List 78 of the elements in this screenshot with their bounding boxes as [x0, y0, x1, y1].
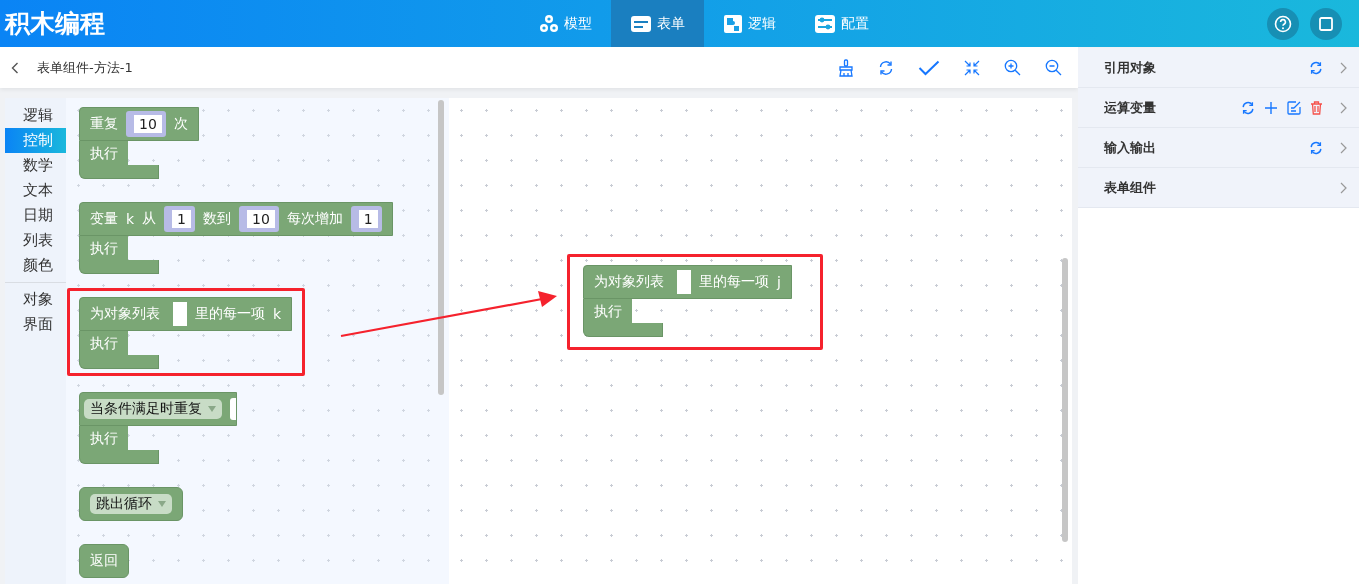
- category-item[interactable]: 逻辑: [5, 103, 66, 128]
- block-label: 执行: [79, 236, 128, 260]
- panel-title: 运算变量: [1104, 98, 1156, 117]
- category-item[interactable]: 对象: [5, 287, 66, 312]
- panel-title: 引用对象: [1104, 58, 1156, 77]
- block-header[interactable]: 跳出循环: [79, 487, 183, 521]
- nav-tab[interactable]: 表单: [611, 0, 704, 47]
- block-text: 为对象列表: [90, 305, 160, 323]
- sliders-icon: [814, 13, 836, 34]
- block-text: 返回: [90, 552, 118, 570]
- block-label: 执行: [79, 331, 128, 355]
- chevron-right-icon[interactable]: [1340, 141, 1347, 154]
- category-item[interactable]: 数学: [5, 153, 66, 178]
- breadcrumb: 表单组件-方法-1: [37, 58, 133, 77]
- block-text: 数到: [203, 210, 232, 228]
- refresh-icon[interactable]: [1241, 100, 1255, 115]
- add-icon[interactable]: [1264, 100, 1278, 115]
- edit-icon[interactable]: [1287, 100, 1301, 115]
- block-text: 里的每一项: [195, 305, 265, 323]
- block-header[interactable]: 当条件满足时重复: [79, 392, 237, 426]
- block-text: k: [273, 306, 282, 322]
- block-label: 执行: [79, 426, 128, 450]
- chevron-right-icon[interactable]: [1340, 181, 1347, 194]
- zoom-out-icon[interactable]: [1045, 59, 1062, 76]
- block-text: 次: [173, 115, 188, 133]
- panel-title: 表单组件: [1104, 178, 1156, 197]
- help-icon: [1274, 14, 1292, 33]
- chevron-right-icon[interactable]: [1340, 61, 1347, 74]
- block-text: 每次增加: [286, 210, 343, 228]
- panel-header[interactable]: 输入输出: [1078, 128, 1359, 168]
- block-text: 重复: [90, 115, 118, 133]
- panel-header[interactable]: 表单组件: [1078, 168, 1359, 208]
- dropdown[interactable]: 跳出循环: [90, 494, 172, 514]
- caret-icon: [158, 501, 166, 507]
- block-label: 执行: [583, 299, 632, 323]
- block-text: 为对象列表: [594, 273, 664, 291]
- category-item[interactable]: 颜色: [5, 253, 66, 278]
- block-text: 从: [142, 210, 157, 228]
- puzzle-icon: [723, 13, 743, 34]
- input-slot: [230, 398, 236, 420]
- block-text: k: [126, 211, 135, 227]
- refresh-icon[interactable]: [1309, 60, 1323, 75]
- dropdown[interactable]: 当条件满足时重复: [84, 399, 222, 419]
- category-item[interactable]: 界面: [5, 312, 66, 337]
- back-icon[interactable]: [11, 61, 19, 74]
- chevron-right-icon[interactable]: [1340, 101, 1347, 114]
- app-title: 积木编程: [3, 8, 106, 40]
- number-field[interactable]: 1: [164, 206, 196, 232]
- block-header[interactable]: 重复 10 次: [79, 107, 199, 141]
- help-button[interactable]: [1267, 7, 1299, 40]
- category-item[interactable]: 列表: [5, 228, 66, 253]
- panel-header[interactable]: 运算变量: [1078, 88, 1359, 128]
- block-header[interactable]: 变量 k 从 1 数到 10 每次增加 1: [79, 202, 393, 236]
- scrollbar[interactable]: [1062, 258, 1068, 542]
- form-icon: [630, 14, 652, 33]
- category-item[interactable]: 日期: [5, 203, 66, 228]
- number-field[interactable]: 10: [239, 206, 279, 232]
- block-text: 变量: [90, 210, 118, 228]
- check-icon[interactable]: [918, 59, 940, 76]
- brush-icon[interactable]: [838, 58, 854, 77]
- caret-icon: [208, 406, 216, 412]
- category-item[interactable]: 文本: [5, 178, 66, 203]
- number-field[interactable]: 1: [350, 206, 382, 232]
- block-text: j: [777, 274, 781, 290]
- scrollbar[interactable]: [438, 100, 444, 395]
- cubes-icon: [539, 13, 559, 34]
- collapse-icon[interactable]: [964, 59, 980, 76]
- panel-header[interactable]: 引用对象: [1078, 48, 1359, 88]
- panel-title: 输入输出: [1104, 138, 1156, 157]
- block-label: 执行: [79, 141, 128, 165]
- zoom-in-icon[interactable]: [1004, 59, 1021, 76]
- block-text: 里的每一项: [699, 273, 769, 291]
- square-icon: [1319, 16, 1333, 31]
- window-button[interactable]: [1310, 7, 1342, 40]
- refresh-icon[interactable]: [1309, 140, 1323, 155]
- refresh-icon[interactable]: [878, 59, 894, 76]
- number-field[interactable]: 10: [126, 111, 166, 137]
- delete-icon[interactable]: [1310, 100, 1323, 115]
